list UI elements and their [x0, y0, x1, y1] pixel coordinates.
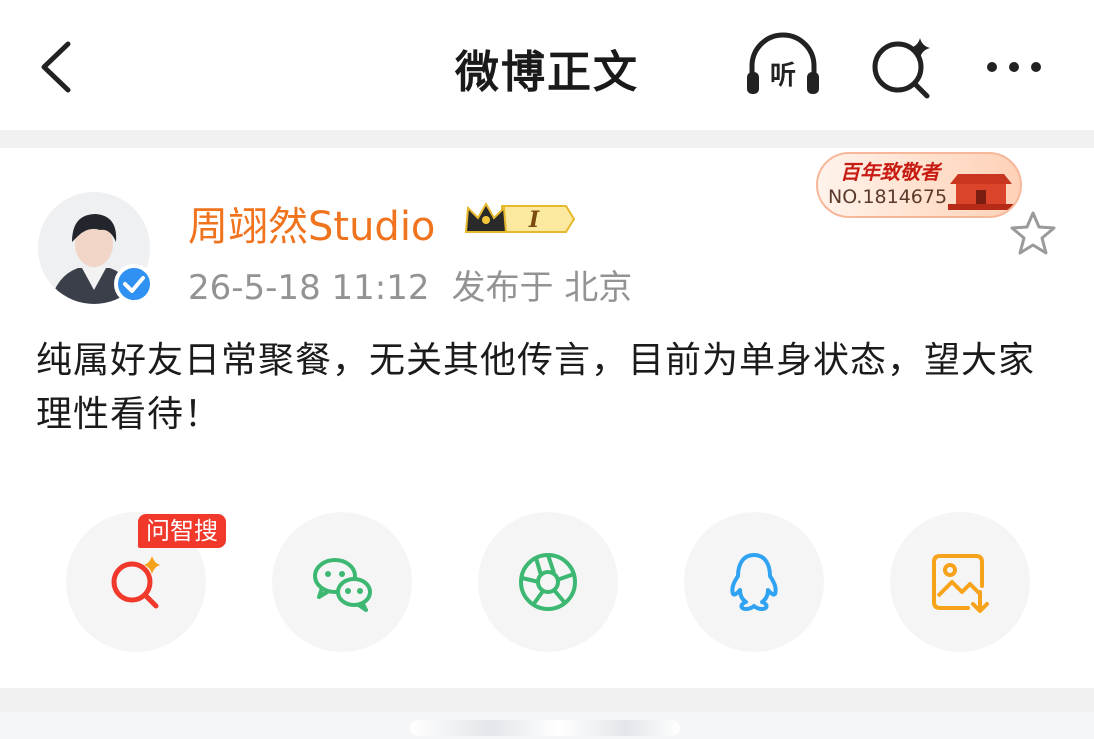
crown-vip-icon: I — [464, 201, 576, 233]
search-button[interactable] — [858, 30, 948, 104]
save-image-icon — [932, 554, 989, 613]
vip-level-badge[interactable]: I — [462, 198, 576, 240]
post-meta: 26-5-18 11:12 发布于 北京 — [188, 260, 632, 309]
loading-placeholder — [410, 720, 680, 736]
favorite-button[interactable] — [1008, 208, 1058, 258]
top-navbar: 微博正文 听 — [0, 0, 1094, 130]
section-divider-bottom — [0, 688, 1094, 712]
sparkle-search-icon — [872, 38, 930, 99]
section-divider — [0, 130, 1094, 148]
star-icon — [1010, 211, 1056, 255]
svg-text:听: 听 — [770, 61, 796, 91]
fan-badge[interactable]: 百年致敬者 NO.1814675 — [816, 152, 1022, 218]
qq-icon — [730, 553, 778, 611]
wechat-icon — [313, 558, 372, 612]
ai-search-icon — [111, 556, 160, 609]
bottom-loading-area — [0, 712, 1094, 739]
verified-badge-icon — [114, 264, 154, 304]
post-timestamp: 26-5-18 11:12 — [188, 268, 430, 308]
save-image-share-button[interactable] — [890, 512, 1030, 652]
svg-text:I: I — [528, 207, 540, 233]
post-body-text: 纯属好友日常聚餐，无关其他传言，目前为单身状态，望大家理性看待！ — [36, 340, 1036, 435]
wechat-share-button[interactable] — [272, 512, 412, 652]
moments-share-button[interactable] — [478, 512, 618, 652]
author-name[interactable]: 周翊然Studio — [188, 194, 435, 252]
post-location: 发布于 北京 — [451, 268, 633, 308]
fan-badge-title: 百年致敬者 — [840, 160, 940, 184]
moments-icon — [519, 553, 577, 611]
wenzhisou-tag: 问智搜 — [138, 514, 226, 548]
headphones-listen-icon: 听 — [747, 32, 819, 94]
listen-button[interactable]: 听 — [738, 30, 828, 104]
more-dots-icon — [987, 62, 1041, 72]
avatar[interactable] — [38, 192, 154, 304]
qq-share-button[interactable] — [684, 512, 824, 652]
fan-badge-number: NO.1814675 — [828, 186, 948, 208]
post-card: 周翊然Studio I 26-5-18 11:12 发布于 北京 百年致敬者 NO… — [0, 148, 1094, 688]
more-button[interactable] — [972, 30, 1062, 104]
